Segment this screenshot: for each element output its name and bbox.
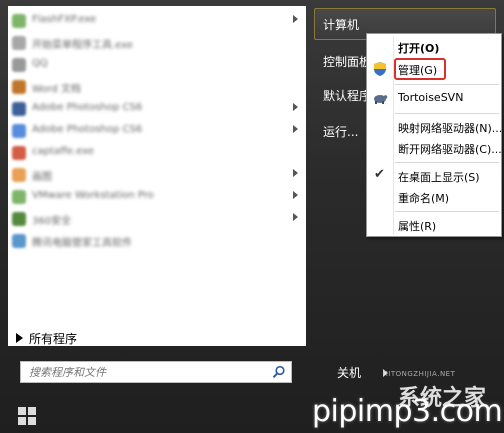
computer-item[interactable]: 计算机 <box>323 16 359 33</box>
expand-arrow-icon <box>16 333 23 343</box>
menu-separator <box>395 113 499 114</box>
submenu-arrow-icon[interactable] <box>293 169 298 177</box>
program-item[interactable]: 开始菜单程序工具.exe <box>8 32 306 54</box>
menu-item-map-drive-label: 映射网络驱动器(N)... <box>398 122 503 135</box>
program-icon <box>12 190 26 204</box>
menu-item-disconnect-drive[interactable]: 断开网络驱动器(C)... <box>367 137 502 159</box>
program-label: captaffe.exe <box>32 146 94 157</box>
menu-item-disconnect-drive-label: 断开网络驱动器(C)... <box>398 143 502 156</box>
program-label: QQ <box>32 58 48 69</box>
shield-icon <box>374 62 386 76</box>
program-icon <box>12 36 26 50</box>
program-label: Word 文档 <box>32 84 81 95</box>
all-programs-button[interactable]: 所有程序 <box>16 328 77 348</box>
run-item[interactable]: 运行... <box>323 123 358 140</box>
program-item[interactable]: 360安全 <box>8 208 306 230</box>
program-label: 画图 <box>32 172 52 183</box>
default-programs-item[interactable]: 默认程序 <box>323 87 371 104</box>
menu-separator <box>395 84 499 85</box>
menu-separator <box>395 162 499 163</box>
program-item[interactable]: Word 文档 <box>8 76 306 98</box>
control-panel-item[interactable]: 控制面板 <box>323 53 371 70</box>
submenu-arrow-icon[interactable] <box>293 191 298 199</box>
program-icon <box>12 234 26 248</box>
submenu-arrow-icon[interactable] <box>293 125 298 133</box>
program-list-panel: 腾讯电脑管家工具软件 360安全 VMware Workstation Pro 画图 c… <box>8 6 306 346</box>
menu-item-map-drive[interactable]: 映射网络驱动器(N)... <box>367 116 503 138</box>
menu-item-rename-label: 重命名(M) <box>398 192 450 205</box>
tortoise-icon <box>374 95 388 104</box>
computer-context-menu: 打开(O) 管理(G) TortoiseSVN 映射网络驱动器(N)... 断开… <box>366 33 502 237</box>
program-item[interactable]: captaffe.exe <box>8 142 306 164</box>
program-icon <box>12 146 26 160</box>
windows-logo-icon[interactable] <box>18 407 36 425</box>
menu-item-properties-label: 属性(R) <box>398 220 437 233</box>
program-item[interactable]: 画图 <box>8 164 306 186</box>
program-item[interactable]: VMware Workstation Pro <box>8 186 306 208</box>
program-icon <box>12 124 26 138</box>
manage-highlight-box <box>394 58 446 80</box>
all-programs-label: 所有程序 <box>29 331 78 346</box>
menu-item-tortoisesvn-label: TortoiseSVN <box>398 91 464 104</box>
program-icon <box>12 80 26 94</box>
submenu-arrow-icon[interactable] <box>293 213 298 221</box>
program-label: 360安全 <box>32 216 72 227</box>
search-box[interactable] <box>20 361 292 383</box>
watermark-url: pipimp3.com <box>312 394 503 429</box>
submenu-arrow-icon[interactable] <box>293 15 298 23</box>
program-label: FlashFXP.exe <box>32 14 97 25</box>
search-input[interactable] <box>21 362 271 382</box>
watermark-subtitle: XITONGZHIJIA.NET <box>383 370 456 378</box>
start-menu: 腾讯电脑管家工具软件 360安全 VMware Workstation Pro 画图 c… <box>0 0 504 433</box>
submenu-arrow-icon[interactable] <box>293 103 298 111</box>
menu-item-open-label: 打开(O) <box>398 42 440 55</box>
menu-item-show-on-desktop-label: 在桌面上显示(S) <box>398 171 480 184</box>
program-icon <box>12 212 26 226</box>
program-item[interactable]: FlashFXP.exe <box>8 10 306 32</box>
menu-item-tortoisesvn[interactable]: TortoiseSVN <box>367 87 501 109</box>
program-label: 腾讯电脑管家工具软件 <box>32 238 132 249</box>
program-label: 开始菜单程序工具.exe <box>32 40 133 51</box>
menu-item-show-on-desktop[interactable]: ✔ 在桌面上显示(S) <box>367 165 501 187</box>
program-item[interactable]: QQ <box>8 54 306 76</box>
program-label: VMware Workstation Pro <box>32 190 154 201</box>
shutdown-button[interactable]: 关机 <box>337 364 361 381</box>
program-item[interactable]: Adobe Photoshop CS6 <box>8 98 306 120</box>
search-icon[interactable] <box>272 365 286 379</box>
program-item[interactable]: Adobe Photoshop CS6 <box>8 120 306 142</box>
program-icon <box>12 168 26 182</box>
program-icon <box>12 58 26 72</box>
menu-item-open[interactable]: 打开(O) <box>367 36 501 58</box>
checkmark-icon: ✔ <box>374 167 385 182</box>
program-item[interactable]: 腾讯电脑管家工具软件 <box>8 230 306 252</box>
menu-item-rename[interactable]: 重命名(M) <box>367 186 501 208</box>
program-icon <box>12 14 26 28</box>
program-label: Adobe Photoshop CS6 <box>32 102 143 113</box>
program-icon <box>12 102 26 116</box>
program-label: Adobe Photoshop CS6 <box>32 124 143 135</box>
menu-item-properties[interactable]: 属性(R) <box>367 214 501 236</box>
menu-separator <box>395 211 499 212</box>
